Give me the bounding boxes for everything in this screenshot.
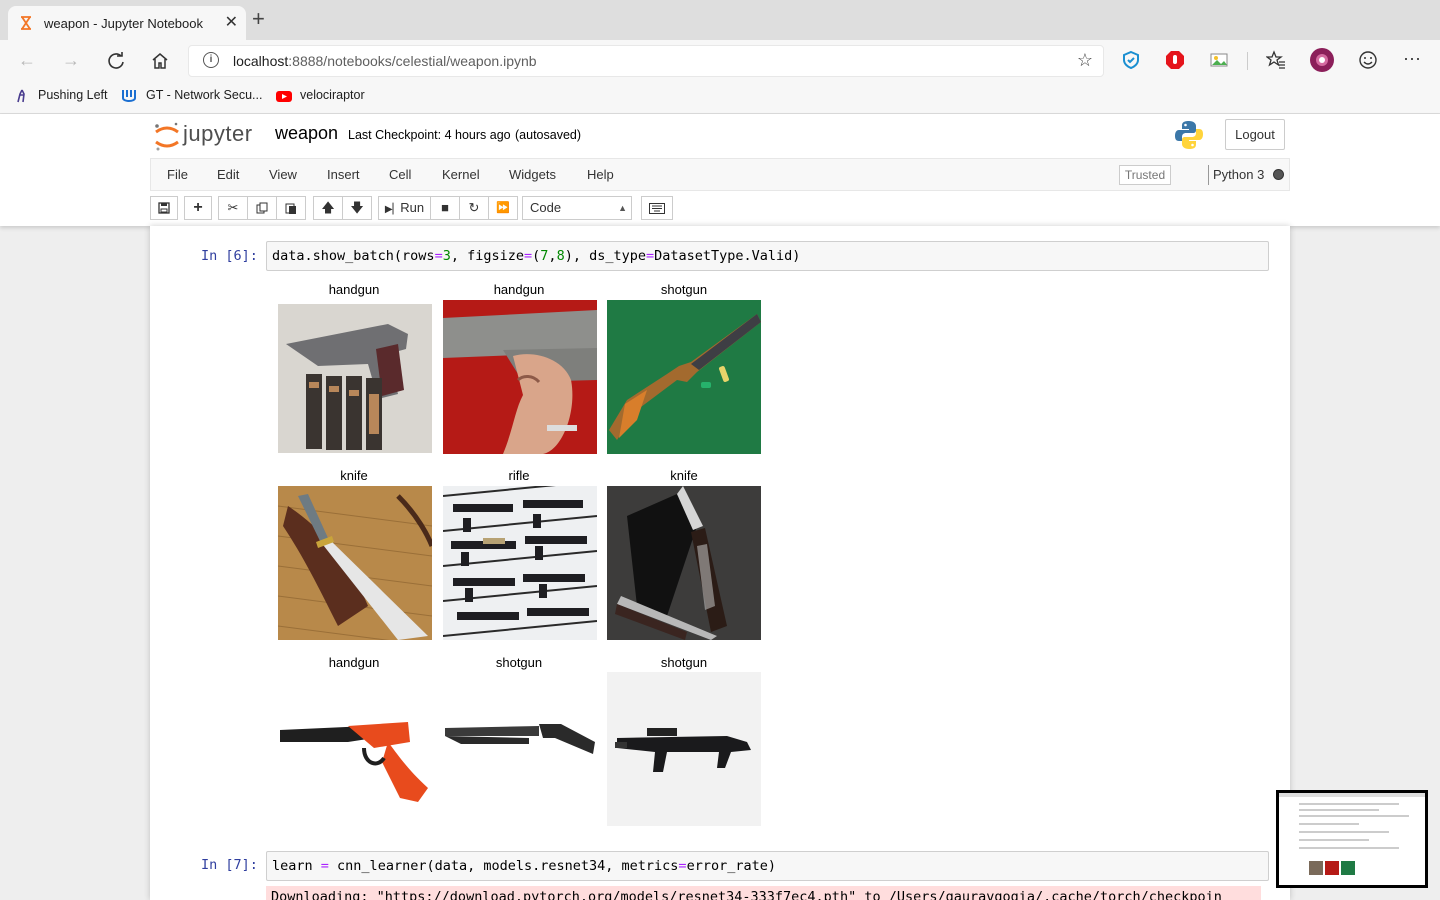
- batch-label: handgun: [328, 655, 380, 670]
- window-preview-thumbnail[interactable]: [1276, 790, 1428, 888]
- notebook-container: In [6]: data.show_batch(rows=3, figsize=…: [150, 226, 1290, 900]
- toolbar-separator: [1247, 52, 1248, 70]
- url-text: localhost:8888/notebooks/celestial/weapo…: [233, 53, 537, 69]
- browser-tab[interactable]: weapon - Jupyter Notebook ✕: [8, 6, 246, 40]
- stop-extension-icon[interactable]: [1165, 50, 1185, 70]
- batch-label: rifle: [508, 468, 530, 483]
- save-icon[interactable]: [150, 196, 178, 220]
- batch-label: handgun: [493, 282, 545, 297]
- preview-content-icon: [1279, 793, 1425, 885]
- kernel-name[interactable]: Python 3: [1213, 167, 1264, 182]
- batch-label: knife: [670, 468, 698, 483]
- knife-image: [278, 486, 432, 640]
- browser-toolbar: ← → i localhost:8888/notebooks/celestial…: [0, 40, 1440, 82]
- insert-cell-icon[interactable]: +: [184, 196, 212, 220]
- restart-run-all-icon[interactable]: ⏩: [488, 196, 518, 220]
- home-icon[interactable]: [150, 51, 170, 71]
- copy-icon[interactable]: [247, 196, 277, 220]
- restart-icon[interactable]: ↻: [459, 196, 489, 220]
- handgun-orange-image: [278, 672, 432, 826]
- feedback-smiley-icon[interactable]: [1358, 50, 1378, 70]
- code-cell-input[interactable]: data.show_batch(rows=3, figsize=(7,8), d…: [266, 241, 1269, 271]
- menu-edit[interactable]: Edit: [217, 167, 239, 182]
- cell-prompt: In [7]:: [201, 857, 258, 873]
- menu-view[interactable]: View: [269, 167, 297, 182]
- shotgun-image: [607, 300, 761, 454]
- browser-tabstrip: weapon - Jupyter Notebook ✕ +: [0, 0, 1440, 40]
- close-tab-icon[interactable]: ✕: [225, 12, 238, 32]
- knife-set-image: [607, 486, 761, 640]
- trusted-indicator[interactable]: Trusted: [1119, 165, 1171, 185]
- logout-button[interactable]: Logout: [1225, 119, 1285, 150]
- profile-avatar[interactable]: [1310, 48, 1334, 72]
- bookmark-velociraptor[interactable]: velociraptor: [300, 88, 365, 102]
- menu-file[interactable]: File: [167, 167, 188, 182]
- menu-widgets[interactable]: Widgets: [509, 167, 556, 182]
- move-down-icon[interactable]: 🡇: [342, 196, 372, 220]
- batch-label: shotgun: [660, 655, 708, 670]
- back-icon[interactable]: ←: [18, 50, 36, 70]
- batch-label: shotgun: [660, 282, 708, 297]
- hourglass-icon: [21, 16, 31, 30]
- shotgun-black-image: [443, 672, 597, 826]
- rifle-rack-image: [443, 486, 597, 640]
- menu-insert[interactable]: Insert: [327, 167, 360, 182]
- stderr-output: Downloading: "https://download.pytorch.o…: [266, 886, 1261, 900]
- batch-label: shotgun: [495, 655, 543, 670]
- interrupt-icon[interactable]: ■: [430, 196, 460, 220]
- code-cell-input[interactable]: learn = cnn_learner(data, models.resnet3…: [266, 851, 1269, 881]
- handgun-image: [278, 304, 432, 453]
- python-logo-icon: [1175, 121, 1203, 149]
- run-icon: ▶▏: [384, 204, 401, 215]
- refresh-icon[interactable]: [106, 51, 126, 71]
- paste-icon[interactable]: [276, 196, 306, 220]
- autosave-status: (autosaved): [515, 128, 582, 142]
- bookmark-pushing-left[interactable]: Pushing Left: [38, 88, 108, 102]
- move-up-icon[interactable]: 🡅: [313, 196, 343, 220]
- new-tab-button[interactable]: +: [252, 8, 265, 30]
- cell-type-select[interactable]: Code ▲▼: [522, 196, 632, 235]
- menu-kernel[interactable]: Kernel: [442, 167, 480, 182]
- batch-label: handgun: [328, 282, 380, 297]
- cell-type-value: Code: [530, 200, 562, 215]
- checkpoint-status: Last Checkpoint: 4 hours ago: [348, 128, 511, 142]
- menu-help[interactable]: Help: [587, 167, 614, 182]
- menu-cell[interactable]: Cell: [389, 167, 411, 182]
- youtube-icon: [276, 91, 292, 102]
- cut-icon[interactable]: ✂: [218, 196, 248, 220]
- kernel-status-icon: [1273, 169, 1284, 180]
- jupyter-wordmark: jupyter: [183, 121, 253, 146]
- favorites-icon[interactable]: [1266, 50, 1286, 70]
- bookmarks-bar: Pushing Left GT - Network Secu... veloci…: [0, 82, 1440, 114]
- address-bar[interactable]: i localhost:8888/notebooks/celestial/wea…: [188, 45, 1104, 77]
- favorite-star-icon[interactable]: ☆: [1077, 50, 1093, 71]
- figure-bookmark-icon: [17, 89, 25, 103]
- kernel-separator: [1208, 165, 1209, 185]
- notebook-name[interactable]: weapon: [275, 123, 338, 144]
- cell-prompt: In [6]:: [201, 248, 258, 264]
- handgun-hand-image: [443, 300, 597, 454]
- run-button[interactable]: ▶▏Run: [378, 196, 431, 220]
- run-label: Run: [400, 200, 425, 215]
- menu-bar: File Edit View Insert Cell Kernel Widget…: [150, 158, 1290, 191]
- more-menu-icon[interactable]: ···: [1403, 48, 1421, 68]
- jupyter-header: jupyter weapon Last Checkpoint: 4 hours …: [0, 114, 1440, 235]
- batch-label: knife: [340, 468, 368, 483]
- shield-extension-icon[interactable]: [1121, 50, 1141, 70]
- image-extension-icon[interactable]: [1209, 50, 1229, 70]
- bookmark-gt-network[interactable]: GT - Network Secu...: [146, 88, 262, 102]
- gt-bookmark-icon: [122, 90, 136, 102]
- forward-icon[interactable]: →: [62, 50, 80, 70]
- keyboard-shortcuts-icon[interactable]: [641, 196, 673, 220]
- tactical-shotgun-image: [607, 672, 761, 826]
- tab-title: weapon - Jupyter Notebook: [44, 16, 203, 31]
- site-info-icon[interactable]: i: [203, 52, 219, 68]
